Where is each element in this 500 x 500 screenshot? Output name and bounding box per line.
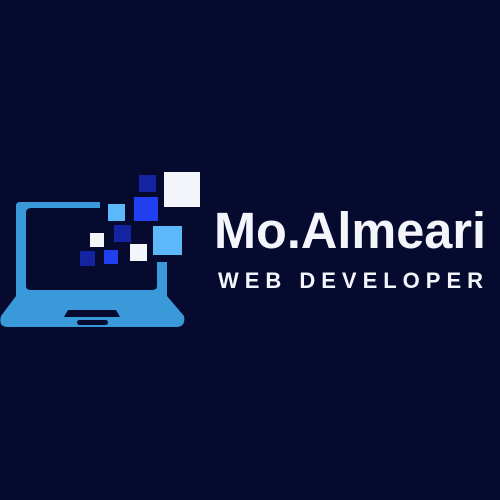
pixel-square: [90, 233, 104, 247]
pixel-square: [114, 225, 131, 242]
logo-name: Mo.Almeari: [214, 202, 486, 259]
pixel-square: [139, 175, 156, 192]
pixel-square: [164, 172, 200, 207]
pixel-square: [130, 244, 147, 261]
pixel-square: [80, 251, 95, 266]
pixel-square: [134, 197, 158, 221]
pixel-square: [108, 204, 125, 221]
pixel-square: [153, 226, 182, 255]
pixel-square: [104, 250, 118, 264]
logo: Mo.Almeari WEB DEVELOPER: [0, 0, 500, 500]
laptop-keyboard-slot: [64, 310, 120, 317]
laptop-trackpad: [77, 320, 108, 325]
